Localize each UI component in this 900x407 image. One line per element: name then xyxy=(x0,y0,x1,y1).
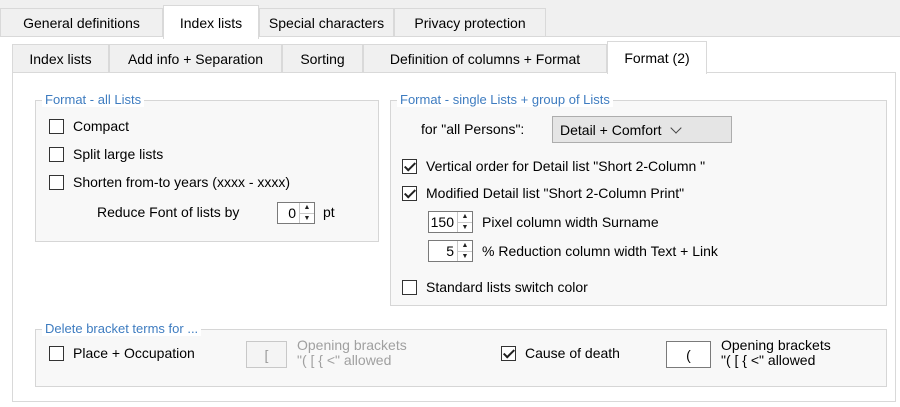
compact-option[interactable]: Compact xyxy=(49,118,129,134)
reduction-stepper[interactable]: 5 ▲ ▼ xyxy=(428,240,473,262)
place-bracket-note: Opening brackets "( [ { <" allowed xyxy=(297,338,407,368)
subtab-index-lists[interactable]: Index lists xyxy=(12,44,109,73)
subtab-add-info-separation[interactable]: Add info + Separation xyxy=(109,44,282,73)
subtab-definition-columns-format[interactable]: Definition of columns + Format xyxy=(363,44,607,73)
format-all-lists-group: Format - all Lists Compact Split large l… xyxy=(35,92,379,242)
stepper-down-icon[interactable]: ▼ xyxy=(458,221,472,233)
delete-bracket-title: Delete bracket terms for ... xyxy=(42,321,202,336)
cause-bracket-note-line1: Opening brackets xyxy=(721,337,831,353)
compact-label: Compact xyxy=(73,118,130,134)
cause-of-death-checkbox[interactable] xyxy=(501,345,516,361)
reduce-font-unit: pt xyxy=(323,204,335,220)
split-large-lists-option[interactable]: Split large lists xyxy=(49,146,163,162)
place-bracket-note-line1: Opening brackets xyxy=(297,337,407,353)
pixel-width-stepper[interactable]: 150 ▲ ▼ xyxy=(428,211,473,233)
standard-lists-checkbox[interactable] xyxy=(402,279,417,295)
cause-bracket-note-line2: "( [ { <" allowed xyxy=(721,352,816,368)
reduce-font-stepper[interactable]: 0 ▲ ▼ xyxy=(277,202,315,224)
modified-detail-option[interactable]: Modified Detail list "Short 2-Column Pri… xyxy=(402,185,684,201)
stepper-up-icon[interactable]: ▲ xyxy=(458,212,472,222)
place-occupation-label: Place + Occupation xyxy=(73,345,195,361)
stepper-down-icon[interactable]: ▼ xyxy=(300,212,314,224)
cause-of-death-label: Cause of death xyxy=(525,345,620,361)
tab-general-definitions[interactable]: General definitions xyxy=(0,8,163,36)
split-large-lists-checkbox[interactable] xyxy=(49,146,64,162)
place-occupation-checkbox[interactable] xyxy=(49,345,64,361)
stepper-down-icon[interactable]: ▼ xyxy=(458,250,472,262)
cause-of-death-option[interactable]: Cause of death xyxy=(501,345,620,361)
vertical-order-checkbox[interactable] xyxy=(402,158,417,174)
format-2-panel: Format - all Lists Compact Split large l… xyxy=(12,72,896,402)
chevron-down-icon xyxy=(669,121,682,134)
cause-bracket-value: ( xyxy=(686,346,691,363)
subtab-format-2[interactable]: Format (2) xyxy=(607,41,707,74)
all-persons-value: Detail + Comfort xyxy=(560,121,662,138)
place-bracket-value: [ xyxy=(264,346,269,363)
subtab-sorting[interactable]: Sorting xyxy=(282,44,363,73)
reduce-font-label: Reduce Font of lists by xyxy=(97,204,240,220)
stepper-up-icon[interactable]: ▲ xyxy=(300,203,314,213)
format-single-lists-group: Format - single Lists + group of Lists f… xyxy=(390,92,887,306)
reduce-font-value[interactable]: 0 xyxy=(278,205,299,221)
standard-lists-label: Standard lists switch color xyxy=(426,279,588,295)
tab-index-lists[interactable]: Index lists xyxy=(163,5,259,39)
cause-bracket-note: Opening brackets "( [ { <" allowed xyxy=(721,338,831,368)
tab-privacy-protection[interactable]: Privacy protection xyxy=(394,8,546,36)
reduction-label: % Reduction column width Text + Link xyxy=(482,243,718,259)
place-occupation-option[interactable]: Place + Occupation xyxy=(49,345,195,361)
pixel-width-label: Pixel column width Surname xyxy=(482,214,659,230)
shorten-years-option[interactable]: Shorten from-to years (xxxx - xxxx) xyxy=(49,174,290,190)
shorten-years-label: Shorten from-to years (xxxx - xxxx) xyxy=(73,174,291,190)
format-all-lists-title: Format - all Lists xyxy=(42,92,145,107)
tab-special-characters[interactable]: Special characters xyxy=(259,8,394,36)
place-bracket-field[interactable]: [ xyxy=(246,341,287,368)
vertical-order-option[interactable]: Vertical order for Detail list "Short 2-… xyxy=(402,158,705,174)
reduction-value[interactable]: 5 xyxy=(429,243,457,259)
place-bracket-note-line2: "( [ { <" allowed xyxy=(297,352,392,368)
delete-bracket-group: Delete bracket terms for ... Place + Occ… xyxy=(35,321,887,387)
shorten-years-checkbox[interactable] xyxy=(49,174,64,190)
split-large-lists-label: Split large lists xyxy=(73,146,164,162)
format-single-lists-title: Format - single Lists + group of Lists xyxy=(397,92,613,107)
pixel-width-value[interactable]: 150 xyxy=(429,214,457,230)
standard-lists-option[interactable]: Standard lists switch color xyxy=(402,279,588,295)
modified-detail-checkbox[interactable] xyxy=(402,185,417,201)
vertical-order-label: Vertical order for Detail list "Short 2-… xyxy=(426,158,706,174)
all-persons-dropdown[interactable]: Detail + Comfort xyxy=(552,116,732,143)
compact-checkbox[interactable] xyxy=(49,118,64,134)
cause-bracket-field[interactable]: ( xyxy=(666,341,711,368)
stepper-up-icon[interactable]: ▲ xyxy=(458,241,472,251)
modified-detail-label: Modified Detail list "Short 2-Column Pri… xyxy=(426,185,685,201)
all-persons-label: for "all Persons": xyxy=(421,121,525,137)
